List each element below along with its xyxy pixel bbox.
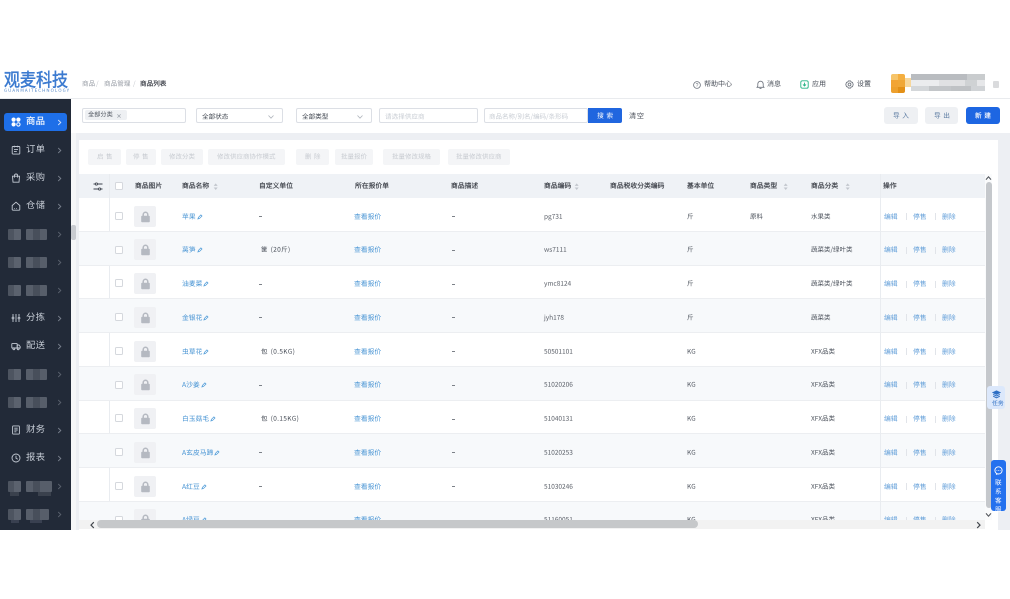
svg-text:?: ? <box>695 82 698 88</box>
